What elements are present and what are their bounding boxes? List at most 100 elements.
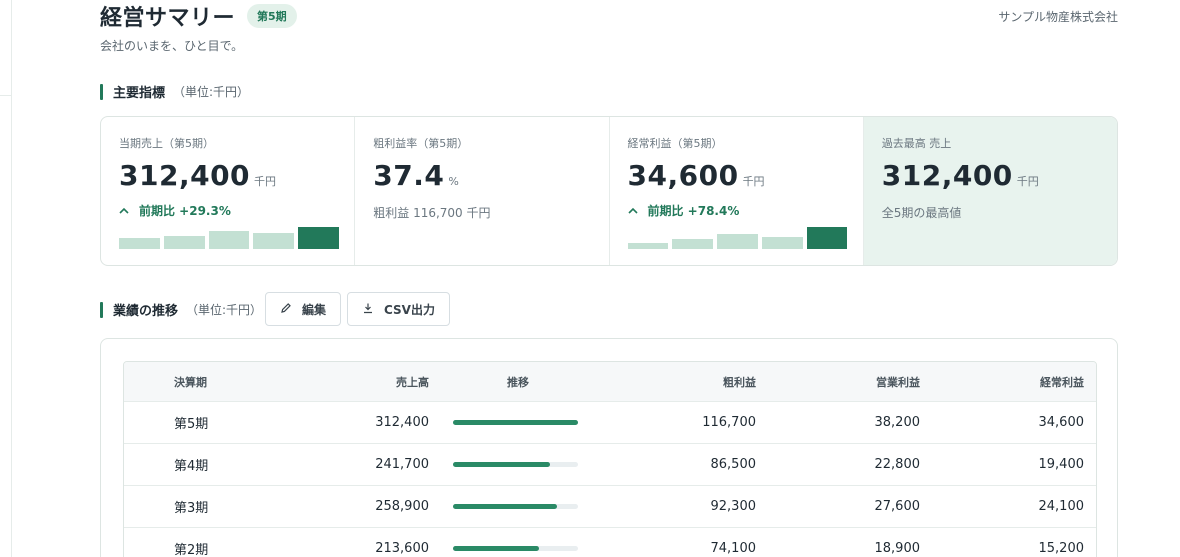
sparkline-bar <box>672 239 714 249</box>
table-row[interactable]: 第3期 258,900 92,300 27,600 24,100 <box>124 486 1096 528</box>
kpi-unit: % <box>448 175 459 188</box>
operating-profit-cell: 18,900 <box>874 541 921 556</box>
kpi-unit: 千円 <box>742 175 765 188</box>
kpi-value: 34,600 <box>627 159 739 192</box>
kpi-value: 312,400 <box>119 159 251 192</box>
performance-table-card: 決算期 売上高 推移 粗利益 営業利益 経常利益 第5期 312,400 116… <box>100 338 1118 557</box>
operating-profit-cell: 27,600 <box>874 499 921 514</box>
edit-button[interactable]: 編集 <box>265 292 342 326</box>
period-cell: 第3期 <box>174 501 209 516</box>
table-row[interactable]: 第2期 213,600 74,100 18,900 15,200 <box>124 528 1096 557</box>
trend-cell <box>429 462 609 467</box>
column-header[interactable]: 粗利益 <box>609 374 756 390</box>
kpi-subtext: 全5期の最高値 <box>881 206 962 220</box>
period-cell: 第4期 <box>174 459 209 474</box>
kpi-subtext: 粗利益 116,700 千円 <box>373 206 491 220</box>
table-row[interactable]: 第5期 312,400 116,700 38,200 34,600 <box>124 402 1096 444</box>
sparkline-bar <box>627 243 669 249</box>
trend-bar-fill <box>453 462 550 467</box>
sales-cell: 213,600 <box>375 541 429 556</box>
kpi-ordinary-profit: 経常利益（第5期） 34,600 千円 前期比 +78.4% <box>610 117 864 265</box>
sales-cell: 241,700 <box>375 457 429 472</box>
trend-bar-fill <box>453 546 539 551</box>
period-badge: 第5期 <box>247 4 297 28</box>
kpi-value: 312,400 <box>881 159 1013 192</box>
download-icon <box>362 302 374 317</box>
trend-bar-fill <box>453 504 557 509</box>
kpi-delta: 前期比 +29.3% <box>119 202 336 219</box>
csv-export-button-label: CSV出力 <box>384 302 435 317</box>
ordinary-profit-cell: 19,400 <box>1038 457 1085 472</box>
ordinary-profit-cell: 24,100 <box>1038 499 1085 514</box>
page-subtitle: 会社のいまを、ひと目で。 <box>100 39 244 53</box>
section-accent-bar <box>100 83 103 100</box>
operating-profit-cell: 22,800 <box>874 457 921 472</box>
kpi-delta: 前期比 +78.4% <box>627 202 845 219</box>
sparkline-bar <box>208 231 250 249</box>
sparkline-bar <box>119 238 160 249</box>
column-header[interactable]: 推移 <box>429 374 609 390</box>
gross-profit-cell: 116,700 <box>702 415 756 430</box>
kpi-section-header: 主要指標 （単位:千円） <box>100 82 249 101</box>
sparkline-bar <box>253 233 295 249</box>
gross-profit-cell: 86,500 <box>710 457 757 472</box>
kpi-label: 粗利益率（第5期） <box>373 137 469 150</box>
performance-section-header: 業績の推移 （単位:千円） <box>100 300 262 319</box>
trend-bar <box>453 546 578 551</box>
csv-export-button[interactable]: CSV出力 <box>347 292 450 326</box>
sparkline-bar <box>717 234 758 249</box>
section-accent-bar <box>100 301 103 318</box>
edit-button-label: 編集 <box>302 302 327 317</box>
ordinary-profit-cell: 15,200 <box>1038 541 1085 556</box>
table-row[interactable]: 第4期 241,700 86,500 22,800 19,400 <box>124 444 1096 486</box>
kpi-gross-margin: 粗利益率（第5期） 37.4 % 粗利益 116,700 千円 <box>355 117 610 265</box>
sales-cell: 258,900 <box>375 499 429 514</box>
kpi-label: 経常利益（第5期） <box>627 137 723 150</box>
gross-profit-cell: 74,100 <box>710 541 757 556</box>
kpi-card: 当期売上（第5期） 312,400 千円 前期比 +29.3% 粗利益率（第5期… <box>100 116 1118 266</box>
column-header[interactable]: 営業利益 <box>756 374 920 390</box>
chevron-up-icon <box>627 204 640 217</box>
trend-bar <box>453 420 578 425</box>
profit-sparkline <box>627 225 848 249</box>
kpi-label: 過去最高 売上 <box>881 137 952 150</box>
section-title: 主要指標 <box>113 86 166 101</box>
ordinary-profit-cell: 34,600 <box>1038 415 1085 430</box>
section-title: 業績の推移 <box>113 304 179 319</box>
kpi-label: 当期売上（第5期） <box>119 137 214 150</box>
trend-cell <box>429 546 609 551</box>
operating-profit-cell: 38,200 <box>874 415 921 430</box>
table-header-row: 決算期 売上高 推移 粗利益 営業利益 経常利益 <box>124 362 1096 402</box>
kpi-delta-text: 前期比 +29.3% <box>139 204 231 218</box>
kpi-value: 37.4 <box>373 159 445 192</box>
kpi-current-sales: 当期売上（第5期） 312,400 千円 前期比 +29.3% <box>101 117 356 265</box>
trend-bar-fill <box>453 420 578 425</box>
kpi-delta-text: 前期比 +78.4% <box>647 204 740 218</box>
gross-profit-cell: 92,300 <box>710 499 757 514</box>
kpi-unit: 千円 <box>1016 175 1039 188</box>
sparkline-bar-current <box>806 227 848 249</box>
kpi-unit: 千円 <box>254 175 277 188</box>
section-unit: （単位:千円） <box>173 85 250 99</box>
trend-cell <box>429 420 609 425</box>
column-header[interactable]: 経常利益 <box>920 374 1084 390</box>
kpi-record-sales: 過去最高 売上 312,400 千円 全5期の最高値 <box>863 117 1117 265</box>
section-unit: （単位:千円） <box>186 303 263 317</box>
sparkline-bar <box>163 236 205 249</box>
sales-cell: 312,400 <box>375 415 429 430</box>
page-header: 経営サマリー 第5期 会社のいまを、ひと目で。 サンプル物産株式会社 <box>100 0 1118 60</box>
chevron-up-icon <box>119 204 131 217</box>
trend-cell <box>429 504 609 509</box>
company-name: サンプル物産株式会社 <box>998 10 1118 24</box>
pencil-icon <box>280 302 292 317</box>
page-title: 経営サマリー <box>100 6 236 31</box>
left-sidebar <box>0 0 12 557</box>
column-header[interactable]: 決算期 <box>124 374 274 390</box>
sparkline-bar <box>761 237 803 249</box>
column-header[interactable]: 売上高 <box>274 374 429 390</box>
trend-bar <box>453 462 578 467</box>
performance-table: 決算期 売上高 推移 粗利益 営業利益 経常利益 第5期 312,400 116… <box>123 361 1097 557</box>
period-cell: 第2期 <box>174 543 209 557</box>
trend-bar <box>453 504 578 509</box>
sparkline-bar-current <box>298 227 339 249</box>
